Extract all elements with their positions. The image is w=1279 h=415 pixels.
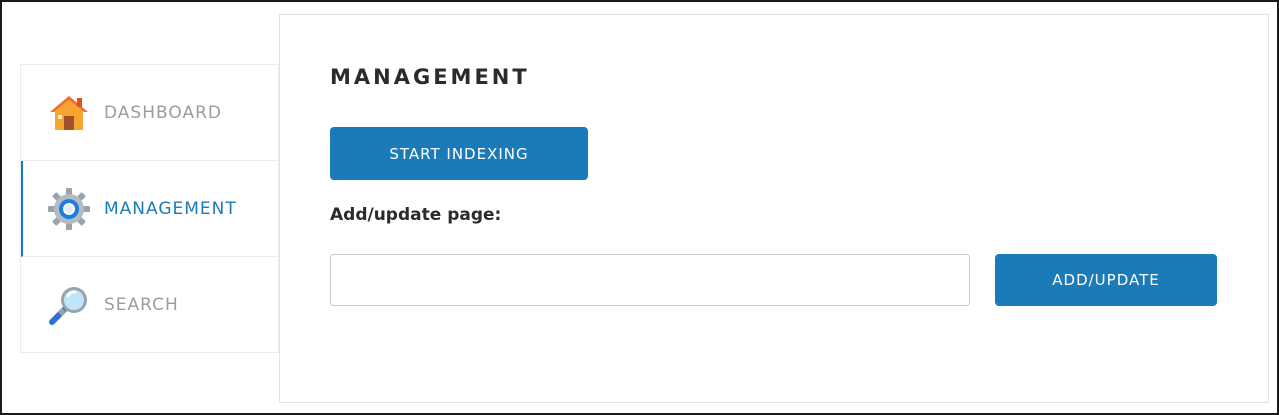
start-indexing-button[interactable]: START INDEXING <box>330 127 588 180</box>
sidebar-item-search[interactable]: SEARCH <box>21 257 278 353</box>
add-update-button[interactable]: ADD/UPDATE <box>995 254 1217 306</box>
sidebar-item-dashboard[interactable]: DASHBOARD <box>21 65 278 161</box>
sidebar-item-label: SEARCH <box>104 295 179 315</box>
page-title: MANAGEMENT <box>330 65 530 89</box>
house-icon <box>46 90 92 136</box>
page-url-input[interactable] <box>330 254 970 306</box>
gear-icon <box>46 186 92 232</box>
add-update-page-label: Add/update page: <box>330 205 502 225</box>
app-window: DASHBOARD MANAGEMENT SEARCH MANAGEMENT S… <box>0 0 1279 415</box>
sidebar: DASHBOARD MANAGEMENT SEARCH <box>20 64 279 353</box>
sidebar-item-label: MANAGEMENT <box>104 198 237 219</box>
magnifier-icon <box>46 282 92 328</box>
sidebar-item-management[interactable]: MANAGEMENT <box>21 161 278 257</box>
sidebar-item-label: DASHBOARD <box>104 102 222 123</box>
management-panel: MANAGEMENT START INDEXING Add/update pag… <box>279 14 1269 403</box>
